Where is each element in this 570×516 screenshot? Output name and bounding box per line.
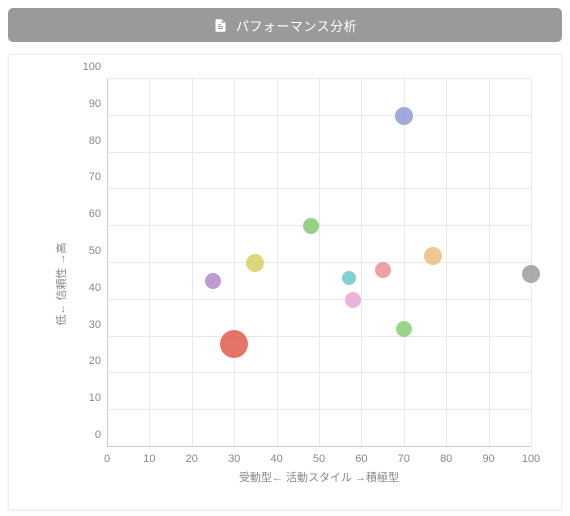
x-axis-label: 受動型← 活動スタイル →積極型 (107, 469, 531, 485)
gridline-v (446, 79, 447, 447)
y-tick: 70 (89, 171, 107, 183)
x-tick: 90 (482, 447, 494, 465)
x-tick: 0 (104, 447, 110, 465)
y-tick: 100 (83, 61, 107, 73)
x-tick: 40 (270, 447, 282, 465)
data-point[interactable] (396, 321, 412, 337)
page-header: パフォーマンス分析 (8, 8, 562, 42)
x-tick: 60 (355, 447, 367, 465)
gridline-v (489, 79, 490, 447)
x-tick: 50 (313, 447, 325, 465)
data-point[interactable] (375, 262, 391, 278)
y-tick: 80 (89, 135, 107, 147)
x-tick: 70 (398, 447, 410, 465)
data-point[interactable] (205, 273, 221, 289)
data-point[interactable] (246, 254, 264, 272)
data-point[interactable] (342, 271, 356, 285)
gridline-v (277, 79, 278, 447)
x-tick: 80 (440, 447, 452, 465)
x-tick: 20 (186, 447, 198, 465)
document-icon (213, 18, 228, 33)
x-tick: 100 (522, 447, 540, 465)
y-tick: 20 (89, 355, 107, 367)
y-axis-label: 低← 信頼性 →高 (53, 242, 69, 325)
gridline-v (319, 79, 320, 447)
data-point[interactable] (395, 107, 413, 125)
data-point[interactable] (303, 218, 319, 234)
x-tick: 10 (143, 447, 155, 465)
gridline-v (149, 79, 150, 447)
performance-chart: 低← 信頼性 →高 受動型← 活動スタイル →積極型 0102030405060… (15, 65, 555, 503)
gridline-v (192, 79, 193, 447)
chart-card: 低← 信頼性 →高 受動型← 活動スタイル →積極型 0102030405060… (8, 54, 562, 510)
y-tick: 0 (95, 429, 107, 441)
data-point[interactable] (220, 330, 248, 358)
y-axis-line (107, 79, 108, 447)
y-tick: 30 (89, 319, 107, 331)
y-tick: 40 (89, 282, 107, 294)
gridline-v (234, 79, 235, 447)
data-point[interactable] (522, 265, 540, 283)
data-point[interactable] (424, 247, 442, 265)
gridline-v (531, 79, 532, 447)
y-tick: 50 (89, 245, 107, 257)
data-point[interactable] (345, 292, 361, 308)
plot-area: 受動型← 活動スタイル →積極型 01020304050607080901000… (107, 79, 531, 447)
y-tick: 90 (89, 98, 107, 110)
gridline-v (404, 79, 405, 447)
page-title: パフォーマンス分析 (236, 16, 357, 35)
x-tick: 30 (228, 447, 240, 465)
gridline-v (361, 79, 362, 447)
y-tick: 60 (89, 208, 107, 220)
y-tick: 10 (89, 392, 107, 404)
